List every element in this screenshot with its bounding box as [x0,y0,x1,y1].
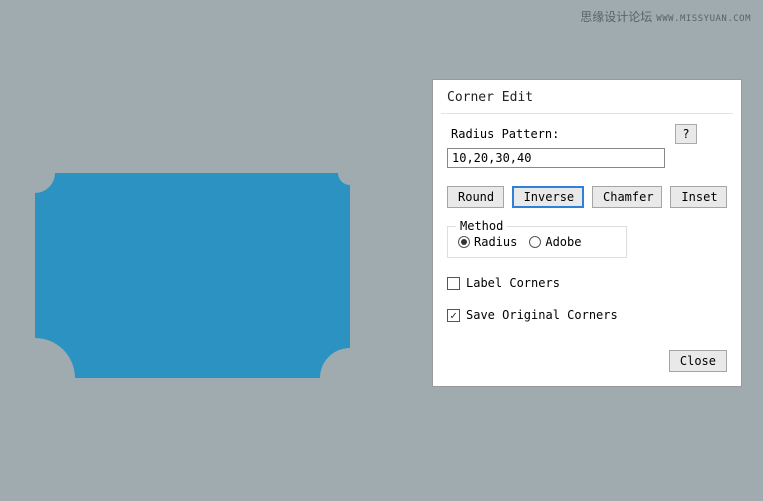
inset-button[interactable]: Inset [670,186,727,208]
method-legend: Method [456,219,507,233]
radio-adobe[interactable]: Adobe [529,235,581,249]
close-button[interactable]: Close [669,350,727,372]
chamfer-button[interactable]: Chamfer [592,186,662,208]
watermark-url: WWW.MISSYUAN.COM [656,14,751,24]
corner-edit-dialog: Corner Edit Radius Pattern: ? Round Inve… [432,79,742,387]
label-corners-checkbox[interactable] [447,277,460,290]
inverse-corner-rect [35,173,350,378]
radio-adobe-indicator [529,236,541,248]
save-original-label: Save Original Corners [466,308,618,322]
watermark: 思缘设计论坛 WWW.MISSYUAN.COM [580,8,751,25]
radio-radius-label: Radius [474,235,517,249]
watermark-text: 思缘设计论坛 [580,8,652,25]
radio-radius[interactable]: Radius [458,235,517,249]
method-group: Method Radius Adobe [447,226,627,258]
round-button[interactable]: Round [447,186,504,208]
help-button[interactable]: ? [675,124,697,144]
inverse-button[interactable]: Inverse [512,186,584,208]
dialog-title: Corner Edit [433,80,741,113]
preview-shape [35,173,350,378]
radius-pattern-label: Radius Pattern: [451,127,559,141]
radio-radius-indicator [458,236,470,248]
radius-pattern-input[interactable] [447,148,665,168]
save-original-checkbox[interactable] [447,309,460,322]
divider [441,113,733,114]
label-corners-label: Label Corners [466,276,560,290]
radio-adobe-label: Adobe [545,235,581,249]
